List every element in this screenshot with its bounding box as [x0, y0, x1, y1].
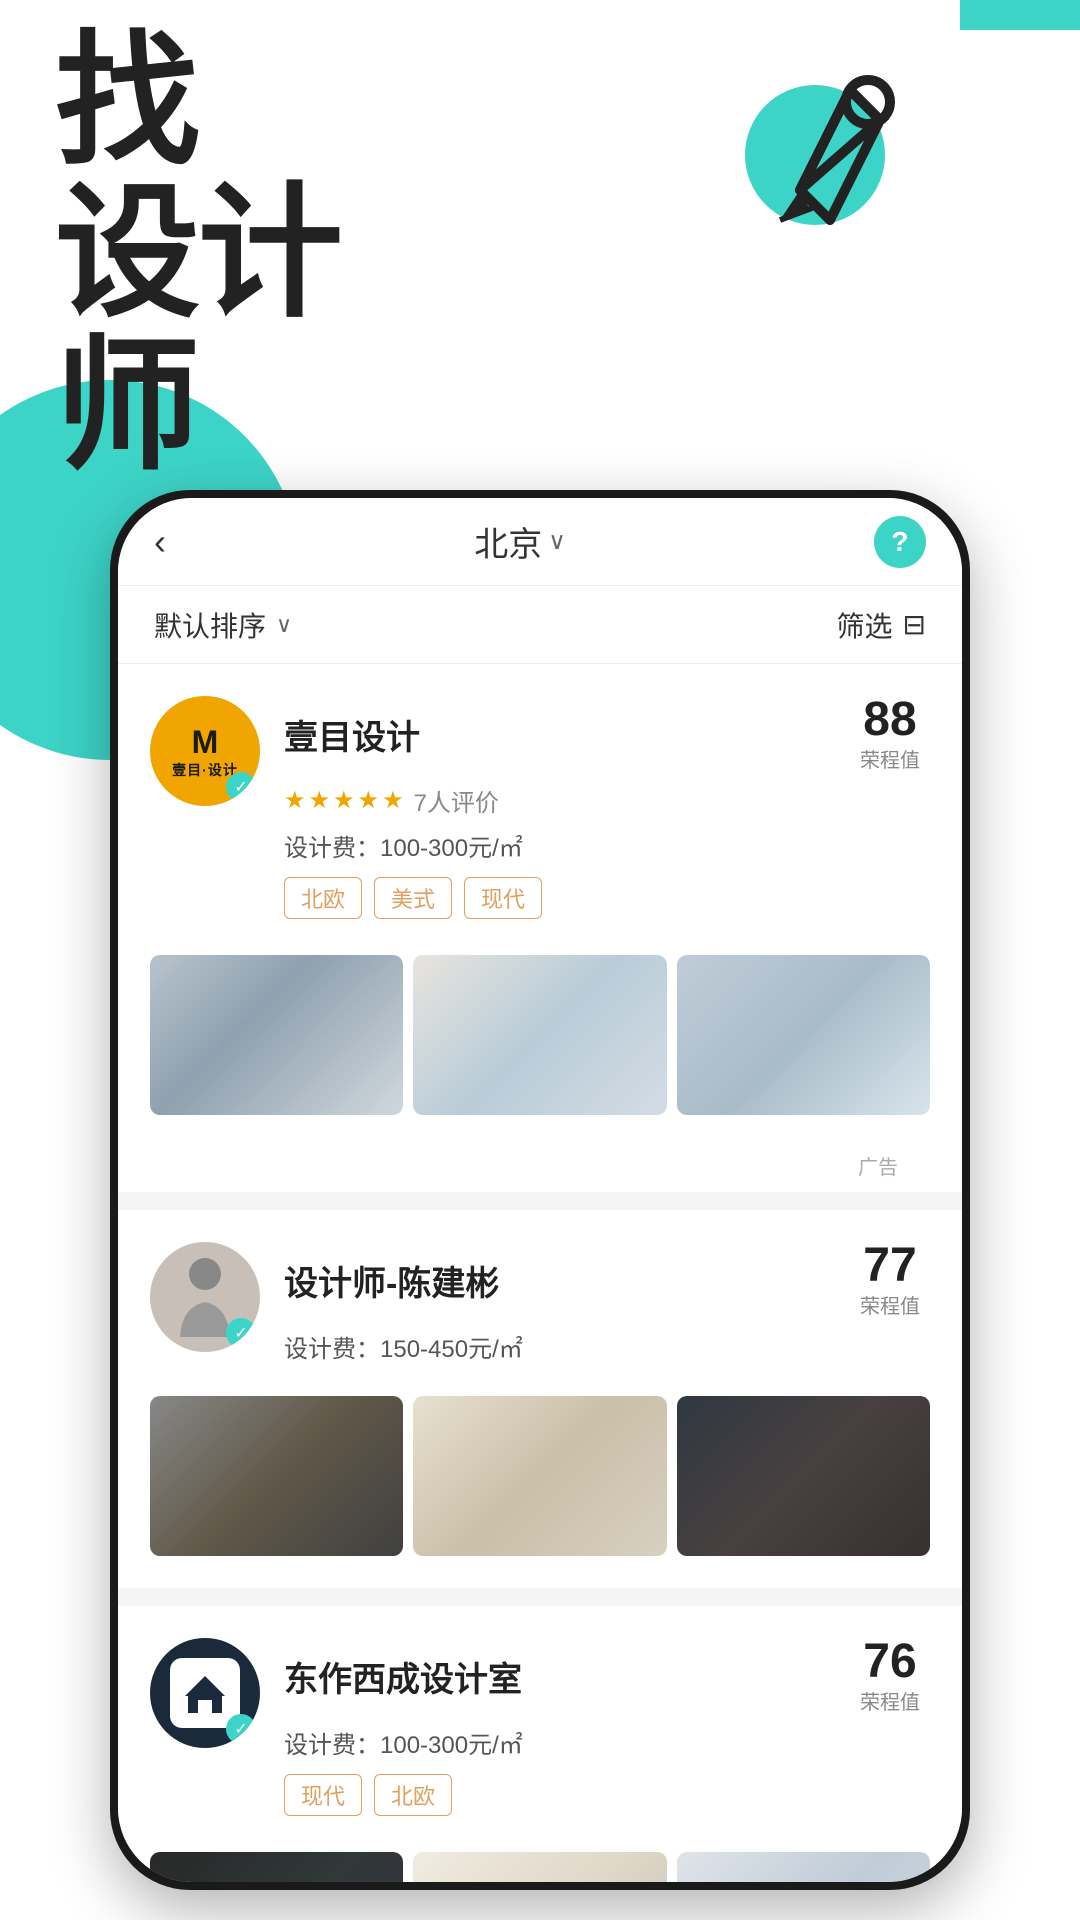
help-button[interactable]: ?: [874, 516, 926, 568]
score-label-dongzuo: 荣程值: [850, 1686, 930, 1715]
hero-line1: 找: [55, 25, 341, 177]
designer-name-yimu: 壹目设计: [284, 710, 420, 759]
filter-bar: 默认排序 ∨ 筛选 ⊟: [118, 586, 962, 664]
tag-nordic-dongzuo: 北欧: [374, 1774, 452, 1816]
room-image-1: [150, 955, 403, 1115]
card-images-dongzuo[interactable]: [118, 1852, 962, 1882]
filter-label: 筛选: [837, 605, 893, 645]
card-info-yimu: 壹目设计 88 荣程值 ★ ★ ★ ★: [284, 696, 930, 937]
room-image-7: [150, 1852, 403, 1882]
score-box-yimu: 88 荣程值: [850, 696, 930, 773]
card-info-dongzuo: 东作西成设计室 76 荣程值 设计费：100-300元/㎡ 现代 北欧: [284, 1638, 930, 1834]
sort-label: 默认排序: [154, 605, 266, 645]
card-name-row-dongzuo: 东作西成设计室 76 荣程值: [284, 1638, 930, 1715]
room-image-5: [413, 1396, 666, 1556]
designer-name-dongzuo: 东作西成设计室: [284, 1652, 522, 1701]
hero-section: 找 设计 师: [55, 25, 341, 482]
tag-nordic: 北欧: [284, 877, 362, 919]
card-price-dongzuo: 设计费：100-300元/㎡: [284, 1725, 930, 1760]
score-box-chen: 77 荣程值: [850, 1242, 930, 1319]
header-title[interactable]: 北京 ∨: [474, 517, 566, 566]
bg-rect-top: [960, 0, 1080, 30]
sort-button[interactable]: 默认排序 ∨: [154, 605, 292, 645]
app-content[interactable]: M 壹目·设计 ✓ 壹目设计 88 荣程: [118, 664, 962, 1882]
score-num-yimu: 88: [850, 696, 930, 744]
card-header-yimu: M 壹目·设计 ✓ 壹目设计 88 荣程: [150, 696, 930, 937]
card-header-dongzuo: ✓ 东作西成设计室 76 荣程值 设计费：100-300元/㎡: [150, 1638, 930, 1834]
hero-line3: 师: [55, 330, 341, 482]
phone-mockup: ‹ 北京 ∨ ? 默认排序 ∨ 筛选 ⊟: [110, 490, 970, 1890]
back-button[interactable]: ‹: [154, 521, 166, 563]
filter-icon: ⊟: [903, 608, 926, 641]
filter-button[interactable]: 筛选 ⊟: [837, 605, 926, 645]
rating-count-yimu: 7人评价: [414, 783, 499, 818]
room-image-3: [677, 955, 930, 1115]
city-name: 北京: [474, 517, 542, 566]
card-tags-yimu: 北欧 美式 现代: [284, 877, 930, 919]
tag-american: 美式: [374, 877, 452, 919]
stars-yimu: ★ ★ ★ ★ ★: [284, 786, 404, 815]
city-dropdown-arrow: ∨: [548, 527, 566, 556]
tag-modern-dongzuo: 现代: [284, 1774, 362, 1816]
card-rating-yimu: ★ ★ ★ ★ ★ 7人评价: [284, 783, 930, 818]
score-num-chen: 77: [850, 1242, 930, 1290]
room-image-9: [677, 1852, 930, 1882]
ad-label-yimu: 广告: [150, 1147, 930, 1192]
verified-badge-yimu: ✓: [226, 772, 256, 802]
card-price-chen: 设计费：150-450元/㎡: [284, 1329, 930, 1364]
avatar-dongzuo: ✓: [150, 1638, 260, 1748]
tag-modern: 现代: [464, 877, 542, 919]
avatar-chen: ✓: [150, 1242, 260, 1352]
card-name-row-chen: 设计师-陈建彬 77 荣程值: [284, 1242, 930, 1319]
phone-screen: ‹ 北京 ∨ ? 默认排序 ∨ 筛选 ⊟: [118, 498, 962, 1882]
house-icon: [180, 1668, 230, 1718]
designer-name-chen: 设计师-陈建彬: [284, 1256, 499, 1305]
pen-icon: [720, 30, 940, 250]
avatar-yimu: M 壹目·设计 ✓: [150, 696, 260, 806]
room-image-2: [413, 955, 666, 1115]
score-label-yimu: 荣程值: [850, 744, 930, 773]
room-image-4: [150, 1396, 403, 1556]
card-tags-dongzuo: 现代 北欧: [284, 1774, 930, 1816]
designer-card-yimu[interactable]: M 壹目·设计 ✓ 壹目设计 88 荣程: [118, 664, 962, 1192]
hero-line2: 设计: [55, 177, 341, 329]
designer-card-dongzuo[interactable]: ✓ 东作西成设计室 76 荣程值 设计费：100-300元/㎡: [118, 1606, 962, 1882]
verified-badge-dongzuo: ✓: [226, 1714, 256, 1744]
card-images-chen[interactable]: [118, 1396, 962, 1588]
designer-card-chen[interactable]: ✓ 设计师-陈建彬 77 荣程值 设计费：150-450元/㎡: [118, 1210, 962, 1588]
room-image-6: [677, 1396, 930, 1556]
score-num-dongzuo: 76: [850, 1638, 930, 1686]
score-label-chen: 荣程值: [850, 1290, 930, 1319]
card-price-yimu: 设计费：100-300元/㎡: [284, 828, 930, 863]
sort-arrow-icon: ∨: [276, 612, 292, 638]
card-name-row-yimu: 壹目设计 88 荣程值: [284, 696, 930, 773]
verified-badge-chen: ✓: [226, 1318, 256, 1348]
score-box-dongzuo: 76 荣程值: [850, 1638, 930, 1715]
app-header: ‹ 北京 ∨ ?: [118, 498, 962, 586]
card-images-yimu[interactable]: [118, 955, 962, 1147]
card-header-chen: ✓ 设计师-陈建彬 77 荣程值 设计费：150-450元/㎡: [150, 1242, 930, 1378]
room-image-8: [413, 1852, 666, 1882]
card-info-chen: 设计师-陈建彬 77 荣程值 设计费：150-450元/㎡: [284, 1242, 930, 1378]
